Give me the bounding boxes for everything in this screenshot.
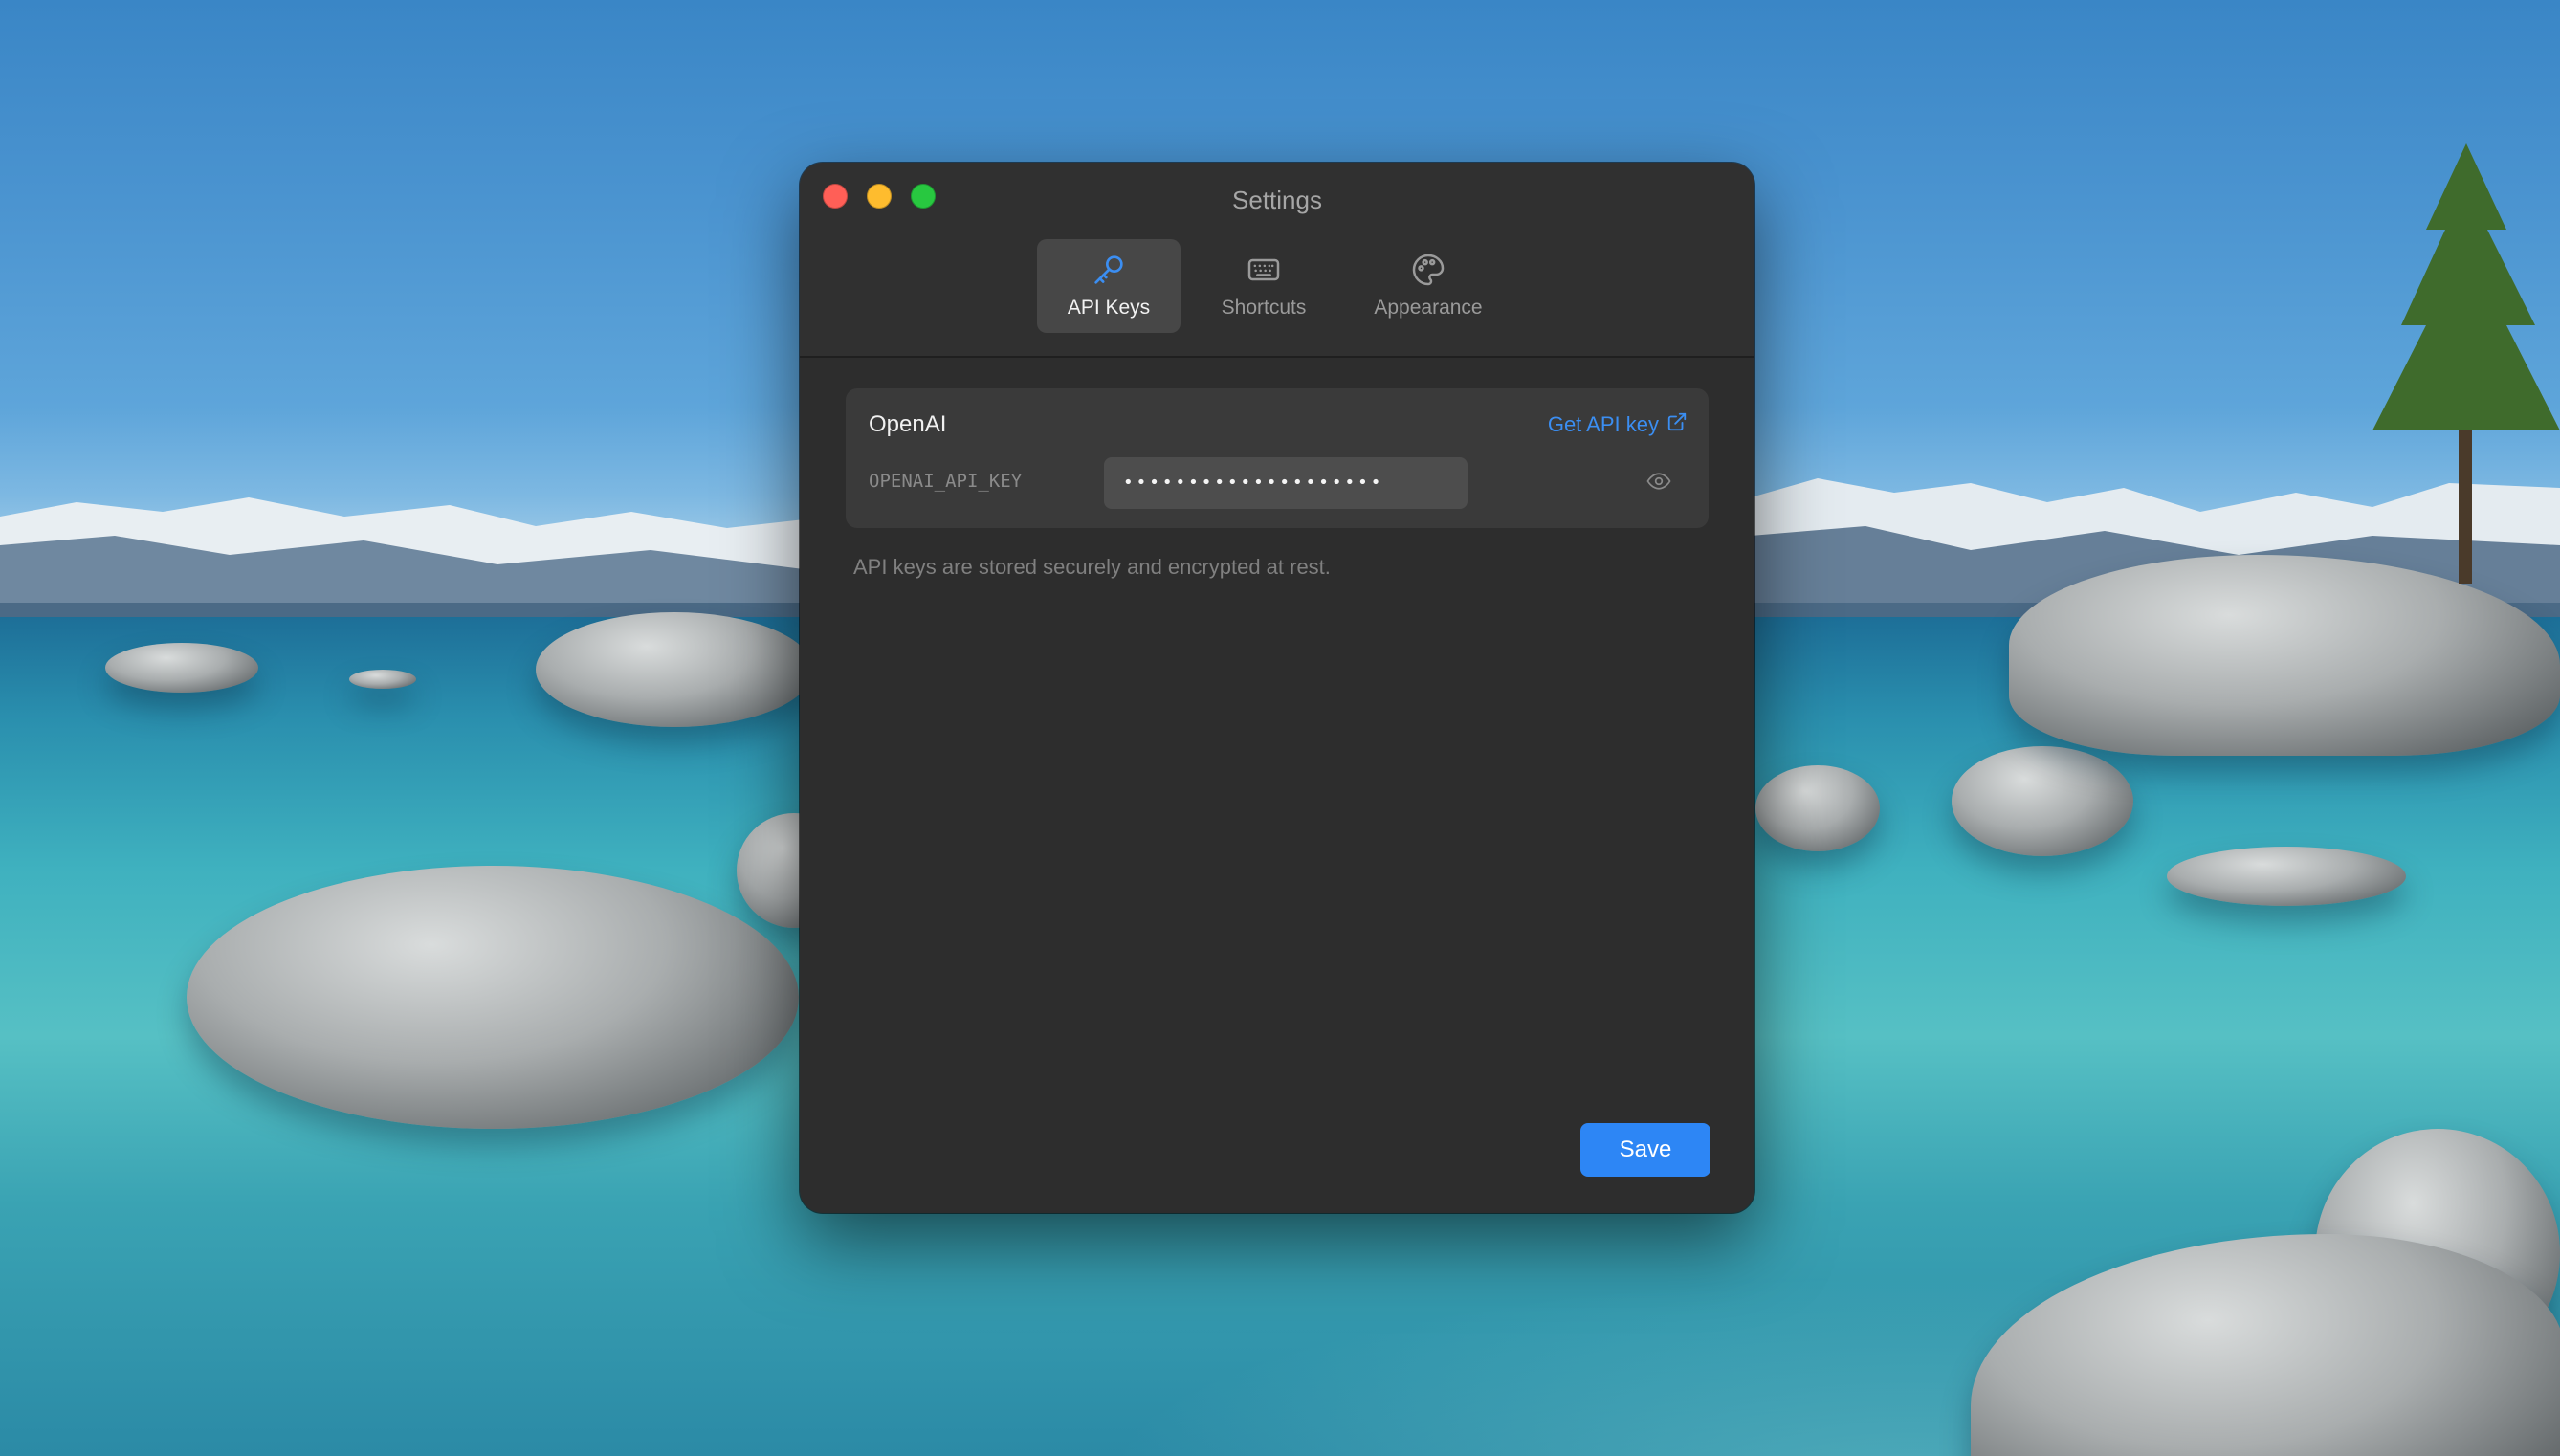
- tab-api-keys[interactable]: API Keys: [1037, 239, 1181, 333]
- settings-window: Settings API Keys Shortcuts Appearance O…: [800, 163, 1754, 1213]
- tab-appearance[interactable]: Appearance: [1347, 239, 1510, 333]
- get-api-key-link[interactable]: Get API key: [1548, 411, 1688, 438]
- window-title: Settings: [1232, 186, 1322, 214]
- palette-icon: [1409, 251, 1447, 295]
- save-button[interactable]: Save: [1580, 1123, 1710, 1177]
- tab-label: Shortcuts: [1221, 297, 1307, 319]
- rock: [1952, 746, 2133, 856]
- provider-card: OpenAI Get API key OPENAI_API_KEY ••••••…: [846, 388, 1709, 528]
- provider-name: OpenAI: [869, 411, 947, 437]
- rock: [187, 866, 799, 1129]
- tab-shortcuts[interactable]: Shortcuts: [1192, 239, 1335, 333]
- external-link-icon: [1666, 411, 1688, 438]
- tab-label: API Keys: [1067, 297, 1151, 319]
- rock: [2167, 847, 2406, 906]
- env-var-label: OPENAI_API_KEY: [869, 471, 1023, 492]
- rock: [105, 643, 258, 693]
- keyboard-icon: [1245, 251, 1283, 295]
- tab-bar: API Keys Shortcuts Appearance: [800, 239, 1754, 335]
- titlebar: Settings API Keys Shortcuts Appearance: [800, 163, 1754, 358]
- eye-icon[interactable]: [1645, 471, 1672, 496]
- rock: [349, 670, 416, 689]
- tab-label: Appearance: [1374, 297, 1483, 319]
- rock: [536, 612, 813, 727]
- pine-tree: [2372, 143, 2560, 584]
- get-api-key-label: Get API key: [1547, 412, 1659, 436]
- security-note: API keys are stored securely and encrypt…: [853, 555, 1331, 579]
- api-key-input[interactable]: ••••••••••••••••••••: [1104, 457, 1468, 509]
- key-icon: [1090, 251, 1128, 295]
- rock: [1755, 765, 1880, 851]
